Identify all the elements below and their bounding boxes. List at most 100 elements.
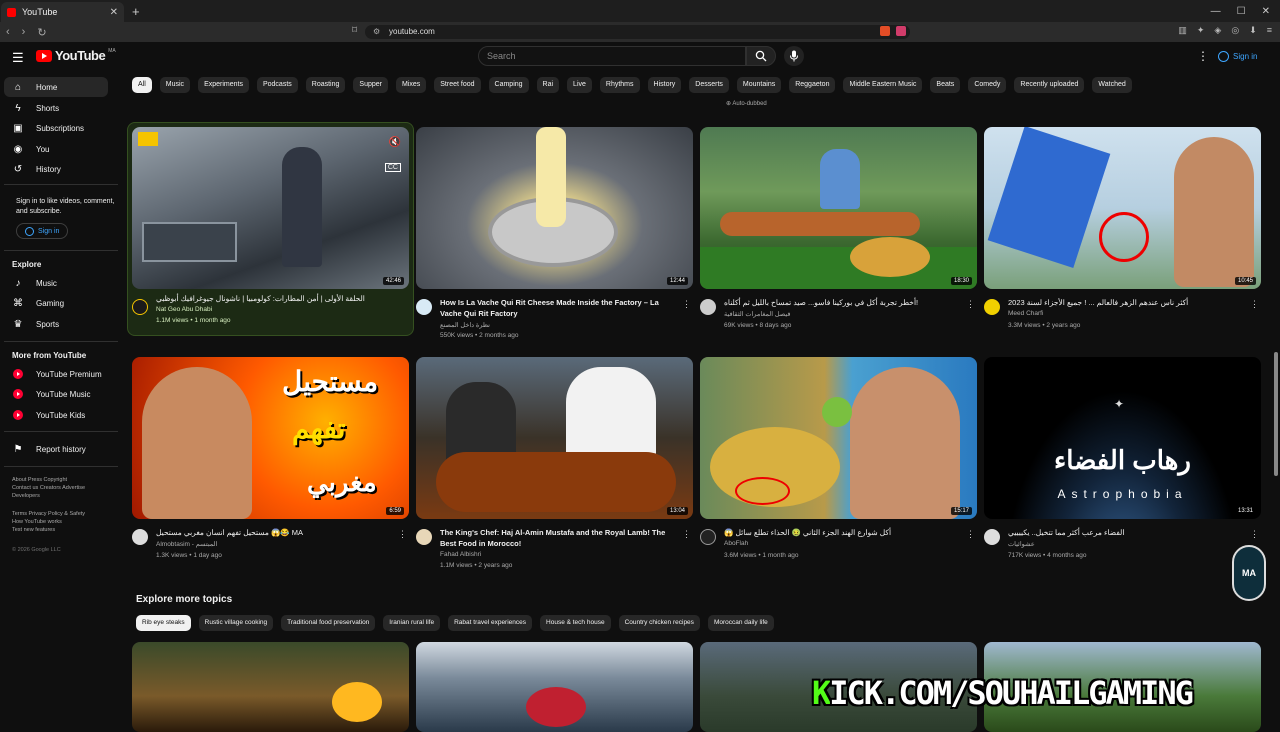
channel-avatar[interactable] [700,299,716,315]
footer-line[interactable]: How YouTube works [12,518,112,526]
sidebar-item-youtube-premium[interactable]: YouTube Premium [4,364,108,384]
sidebar-item-youtube-music[interactable]: YouTube Music [4,384,108,404]
video-thumbnail[interactable]: 🔇 CC 42:46 [132,127,409,289]
new-tab-button[interactable]: + [132,4,140,19]
video-card[interactable]: 10:45 أكثر ناس عندهم الزهر فالعالم ... !… [984,127,1261,349]
download-icon[interactable]: ⬇ [1249,25,1257,36]
video-thumbnail[interactable]: 10:45 [984,127,1261,289]
footer-line[interactable]: Terms Privacy Policy & Safety [12,510,112,518]
video-options-icon[interactable]: ⋮ [1250,529,1259,540]
chip-experiments[interactable]: Experiments [198,77,249,93]
video-thumbnail[interactable]: 12:44 [416,127,693,289]
mute-icon[interactable]: 🔇 [389,137,401,148]
video-title[interactable]: أكثر ناس عندهم الزهر فالعالم ... ! جميع … [1008,297,1238,308]
chip-rhythms[interactable]: Rhythms [599,77,640,93]
channel-name[interactable]: Almobtasim - المبتسم [156,540,217,548]
chip-music[interactable]: Music [159,77,191,93]
video-thumbnail[interactable]: ✦ رهاب الفضاء Astrophobia 13:31 [984,357,1261,519]
sidebar-item-report-history[interactable]: ⚑ Report history [4,439,108,459]
video-options-icon[interactable]: ⋮ [1250,299,1259,310]
chip-history[interactable]: History [647,77,682,93]
sidebar-item-youtube-kids[interactable]: YouTube Kids [4,405,108,425]
topic-chip-house-tech-house[interactable]: House & tech house [540,615,611,631]
browser-menu-icon[interactable]: ≡ [1267,25,1272,36]
video-thumbnail[interactable] [416,642,693,732]
footer-line[interactable]: Developers [12,492,112,500]
bookmark-icon[interactable]: ⌑ [352,25,357,36]
scrollbar-thumb[interactable] [1274,352,1278,476]
sidebar-item-gaming[interactable]: ⌘ Gaming [4,293,108,313]
video-title[interactable]: 😱 أكل شوارع الهند الجزء الثاني 🤢 الحذاء … [724,527,954,538]
topic-chip-iranian-rural-life[interactable]: Iranian rural life [383,615,441,631]
close-window-icon[interactable]: ✕ [1262,6,1270,17]
video-card[interactable]: 🔇 CC 42:46 الحلقة الأولى | أمن المطارات:… [132,127,409,349]
chip-recently-uploaded[interactable]: Recently uploaded [1014,77,1085,93]
search-button[interactable] [746,46,776,66]
video-thumbnail[interactable] [132,642,409,732]
channel-name[interactable]: نظرة داخل المصنع [440,321,490,329]
chip-reggaeton[interactable]: Reggaeton [789,77,836,93]
footer-line[interactable]: Test new features [12,526,112,534]
chip-mixes[interactable]: Mixes [395,77,427,93]
reload-icon[interactable]: ↻ [37,26,46,39]
channel-avatar[interactable] [416,529,432,545]
video-options-icon[interactable]: ⋮ [682,529,691,540]
video-options-icon[interactable]: ⋮ [966,299,975,310]
topic-chip-traditional-food-preservation[interactable]: Traditional food preservation [281,615,376,631]
channel-avatar[interactable] [416,299,432,315]
chip-supper[interactable]: Supper [353,77,388,93]
sidebar-item-music[interactable]: ♪ Music [4,273,108,293]
browser-tab[interactable]: YouTube ✕ [1,2,124,22]
video-card[interactable]: مستحيل تفهم مغربي 6:59 مستحيل تفهم انسان… [132,357,409,579]
header-sign-in-button[interactable]: Sign in [1218,48,1257,64]
chip-watched[interactable]: Watched [1092,77,1132,93]
footer-line[interactable]: Contact us Creators Advertise [12,484,112,492]
captions-icon[interactable]: CC [384,163,401,172]
channel-name[interactable]: AboFlah [724,540,748,547]
channel-name[interactable]: فيصل المغامرات الثقافية [724,310,790,318]
sidebar-item-sports[interactable]: ♛ Sports [4,314,108,334]
channel-avatar[interactable] [984,299,1000,315]
video-thumbnail[interactable]: مستحيل تفهم مغربي 6:59 [132,357,409,519]
channel-avatar[interactable] [984,529,1000,545]
sidebar-item-you[interactable]: ◉ You [4,139,108,159]
video-options-icon[interactable]: ⋮ [398,529,407,540]
brave-shield-icon[interactable] [880,26,890,36]
chip-roasting[interactable]: Roasting [305,77,346,93]
video-card[interactable]: 13:04 The King's Chef: Haj Al-Amin Musta… [416,357,693,579]
channel-avatar[interactable] [700,529,716,545]
video-card[interactable]: 15:17 😱 أكل شوارع الهند الجزء الثاني 🤢 ا… [700,357,977,579]
youtube-logo[interactable]: YouTube MA [36,48,116,63]
video-options-icon[interactable]: ⋮ [966,529,975,540]
channel-name[interactable]: Nat Geo Abu Dhabi [156,306,212,313]
chip-podcasts[interactable]: Podcasts [256,77,298,93]
video-title[interactable]: الحلقة الأولى | أمن المطارات: كولومبيا |… [156,293,386,304]
sidebar-item-shorts[interactable]: ϟ Shorts [4,98,108,118]
chip-comedy[interactable]: Comedy [968,77,1007,93]
chip-beats[interactable]: Beats [930,77,961,93]
maximize-icon[interactable]: ☐ [1237,6,1246,17]
vpn-icon[interactable]: ◎ [1231,25,1239,36]
chip-mountains[interactable]: Mountains [736,77,782,93]
wallet-icon[interactable]: ◈ [1214,25,1221,36]
url-field[interactable]: ⚙ youtube.com [365,25,910,39]
topic-chip-country-chicken-recipes[interactable]: Country chicken recipes [618,615,700,631]
chip-all[interactable]: All [132,77,152,93]
chip-camping[interactable]: Camping [488,77,529,93]
rewards-icon[interactable] [896,26,906,36]
channel-avatar[interactable] [132,529,148,545]
video-title[interactable]: How Is La Vache Qui Rit Cheese Made Insi… [440,297,670,319]
video-card[interactable]: 12:44 How Is La Vache Qui Rit Cheese Mad… [416,127,693,349]
back-icon[interactable]: ‹ [6,26,10,38]
hamburger-menu-icon[interactable]: ☰ [12,50,24,66]
video-title[interactable]: أخطر تجربة أكل في بوركينا فاسو... صيد تم… [724,297,954,308]
channel-name[interactable]: Meed Charfi [1008,310,1043,317]
video-title[interactable]: The King's Chef: Haj Al-Amin Mustafa and… [440,527,670,549]
chip-middle-eastern-music[interactable]: Middle Eastern Music [843,77,923,93]
topic-chip-rustic-village-cooking[interactable]: Rustic village cooking [198,615,274,631]
chip-street-food[interactable]: Street food [434,77,481,93]
footer-line[interactable]: About Press Copyright [12,476,112,484]
sidebar-item-subscriptions[interactable]: ▣ Subscriptions [4,118,108,138]
topic-chip-rib-eye-steaks[interactable]: Rib eye steaks [136,615,191,631]
video-title[interactable]: الفضاء مرعب أكثر مما تتخيل.. يكييييي [1008,527,1238,538]
